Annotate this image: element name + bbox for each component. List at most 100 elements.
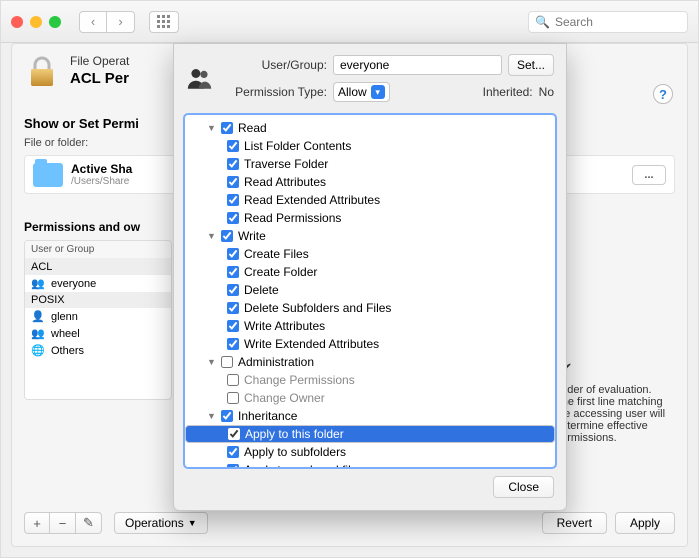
checkbox[interactable] <box>221 122 233 134</box>
file-path: /Users/Share <box>71 176 132 187</box>
help-button[interactable]: ? <box>653 84 673 104</box>
grid-button[interactable] <box>149 11 179 33</box>
search-icon: 🔍 <box>535 15 550 29</box>
bottom-toolbar: + − ✎ Operations▼ Revert Apply <box>24 512 675 534</box>
checkbox[interactable] <box>221 230 233 242</box>
users-icon: 👥 <box>31 327 45 340</box>
search-input[interactable] <box>555 15 699 29</box>
tree-parent-row[interactable]: ▼ Inheritance <box>185 407 555 425</box>
checkbox[interactable] <box>227 266 239 278</box>
permission-type-select[interactable]: Allow ▾ <box>333 82 390 102</box>
tree-label: Apply to subfolders <box>244 445 346 459</box>
tree-child-row[interactable]: Read Permissions <box>185 209 555 227</box>
permissions-list[interactable]: User or Group ACL 👥everyone POSIX 👤glenn… <box>24 240 172 400</box>
checkbox[interactable] <box>227 284 239 296</box>
disclosure-triangle-icon[interactable]: ▼ <box>207 357 216 367</box>
tree-child-row[interactable]: Change Permissions <box>185 371 555 389</box>
back-button[interactable]: ‹ <box>79 11 107 33</box>
checkbox[interactable] <box>227 392 239 404</box>
nav-back-forward: ‹ › <box>79 11 135 33</box>
checkbox[interactable] <box>227 176 239 188</box>
tree-label: Create Folder <box>244 265 317 279</box>
apply-button[interactable]: Apply <box>615 512 675 534</box>
inherited-value: No <box>539 85 554 99</box>
close-button[interactable]: Close <box>493 476 554 498</box>
checkbox[interactable] <box>227 374 239 386</box>
tree-label: Traverse Folder <box>244 157 328 171</box>
checkbox[interactable] <box>221 356 233 368</box>
page-title: ACL Per <box>70 70 129 87</box>
checkbox[interactable] <box>227 140 239 152</box>
list-item[interactable]: 👥wheel <box>25 325 171 342</box>
tree-child-row[interactable]: Create Files <box>185 245 555 263</box>
tree-child-row[interactable]: Write Attributes <box>185 317 555 335</box>
operations-dropdown[interactable]: Operations▼ <box>114 512 208 534</box>
tree-child-row[interactable]: Delete <box>185 281 555 299</box>
permissions-sheet: User/Group: Set... Permission Type: Allo… <box>173 43 567 511</box>
permissions-tree[interactable]: ▼Read List Folder Contents Traverse Folder… <box>184 114 556 468</box>
tree-label: Inheritance <box>238 409 297 423</box>
tree-child-row[interactable]: Read Extended Attributes <box>185 191 555 209</box>
tree-child-row[interactable]: Read Attributes <box>185 173 555 191</box>
tree-label: Read Permissions <box>244 211 341 225</box>
tree-child-row[interactable]: Write Extended Attributes <box>185 335 555 353</box>
arrow-down-icon: ↓ <box>555 334 673 376</box>
forward-button[interactable]: › <box>107 11 135 33</box>
tree-label: Administration <box>238 355 314 369</box>
tree-child-row[interactable]: Apply to this folder <box>185 425 555 443</box>
titlebar: ‹ › 🔍 <box>1 1 698 43</box>
tree-label: Change Permissions <box>244 373 355 387</box>
disclosure-triangle-icon[interactable]: ▼ <box>207 411 216 421</box>
revert-button[interactable]: Revert <box>542 512 607 534</box>
edit-button[interactable]: ✎ <box>76 512 102 534</box>
tree-label: List Folder Contents <box>244 139 351 153</box>
tree-child-row[interactable]: List Folder Contents <box>185 137 555 155</box>
tree-child-row[interactable]: Apply to enclosed files <box>185 461 555 468</box>
remove-button[interactable]: − <box>50 512 76 534</box>
list-item[interactable]: 👥everyone <box>25 275 171 292</box>
col-header: User or Group <box>25 241 171 259</box>
choose-file-button[interactable]: ... <box>632 165 666 185</box>
minimize-window-icon[interactable] <box>30 16 42 28</box>
list-item[interactable]: 👤glenn <box>25 308 171 325</box>
zoom-window-icon[interactable] <box>49 16 61 28</box>
tree-child-row[interactable]: Traverse Folder <box>185 155 555 173</box>
users-icon: 👥 <box>31 277 45 290</box>
checkbox[interactable] <box>227 302 239 314</box>
checkbox[interactable] <box>227 158 239 170</box>
app-window: ‹ › 🔍 File Operat ACL Per ? Show or Set … <box>0 0 699 558</box>
tree-parent-row[interactable]: ▼ Administration <box>185 353 555 371</box>
checkbox[interactable] <box>227 446 239 458</box>
tree-parent-row[interactable]: ▼Read <box>185 119 555 137</box>
disclosure-triangle-icon[interactable]: ▼ <box>207 123 216 133</box>
user-group-input[interactable] <box>333 55 502 75</box>
tree-label: Write <box>238 229 266 243</box>
info-text: Order of evaluation. The first line matc… <box>555 384 673 444</box>
tree-child-row[interactable]: Create Folder <box>185 263 555 281</box>
user-group-label: User/Group: <box>219 58 327 72</box>
tree-label: Change Owner <box>244 391 325 405</box>
list-item[interactable]: 🌐Others <box>25 342 171 359</box>
tree-label: Apply to this folder <box>245 427 344 441</box>
checkbox[interactable] <box>221 410 233 422</box>
checkbox[interactable] <box>227 320 239 332</box>
tree-child-row[interactable]: Delete Subfolders and Files <box>185 299 555 317</box>
checkbox[interactable] <box>227 464 239 468</box>
tree-child-row[interactable]: Change Owner <box>185 389 555 407</box>
disclosure-triangle-icon[interactable]: ▼ <box>207 231 216 241</box>
inherited-block: Inherited: No <box>483 85 554 99</box>
tree-parent-row[interactable]: ▼ Write <box>185 227 555 245</box>
group-acl: ACL <box>25 259 171 275</box>
checkbox[interactable] <box>227 248 239 260</box>
group-silhouette-icon <box>186 66 213 90</box>
set-button[interactable]: Set... <box>508 54 554 76</box>
close-window-icon[interactable] <box>11 16 23 28</box>
search-input-wrap[interactable]: 🔍 <box>528 11 688 33</box>
checkbox[interactable] <box>227 212 239 224</box>
chevron-down-icon: ▼ <box>188 518 197 528</box>
checkbox[interactable] <box>227 194 239 206</box>
tree-child-row[interactable]: Apply to subfolders <box>185 443 555 461</box>
checkbox[interactable] <box>227 338 239 350</box>
add-button[interactable]: + <box>24 512 50 534</box>
checkbox[interactable] <box>228 428 240 440</box>
